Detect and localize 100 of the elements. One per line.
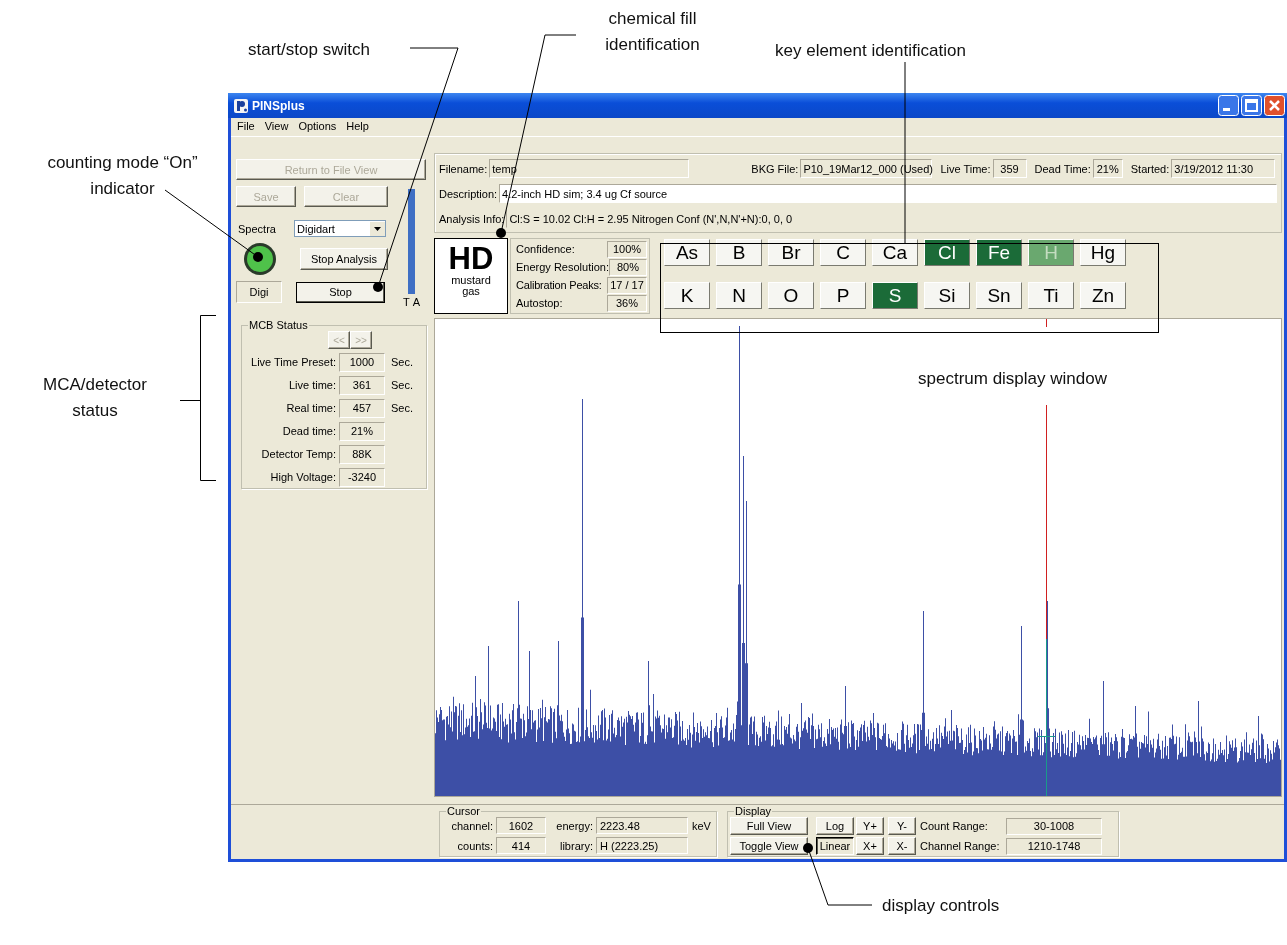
spectra-label: Spectra [237, 222, 277, 235]
unit-label: Sec. [391, 379, 413, 391]
stat-label: Energy Resolution: [515, 261, 609, 273]
cursor-value: 1602 [496, 817, 546, 834]
group-title: Cursor [446, 805, 481, 817]
field-label: Filename: [439, 162, 488, 175]
element-button[interactable]: Cl [924, 239, 970, 266]
stop-analysis-button[interactable]: Stop Analysis [300, 248, 388, 270]
app-icon [233, 97, 249, 114]
zoom-button[interactable]: Y- [888, 817, 916, 835]
element-button[interactable]: B [716, 239, 762, 266]
spectra-dropdown[interactable]: Digidart [294, 220, 386, 237]
stat-label: Confidence: [515, 243, 576, 255]
field-label: Started: [1130, 162, 1170, 175]
unit-label: Sec. [391, 402, 413, 414]
status-label: Live Time Preset: [250, 356, 337, 368]
element-button[interactable]: O [768, 282, 814, 309]
chemical-code: HD [448, 243, 494, 275]
element-button[interactable]: C [820, 239, 866, 266]
field-label: Analysis Info: [439, 212, 505, 225]
view-button[interactable]: Toggle View [730, 837, 808, 855]
view-button[interactable]: Full View [730, 817, 808, 835]
element-button[interactable]: As [664, 239, 710, 266]
field-label: Live Time: [940, 162, 991, 175]
meter-label: A [412, 296, 421, 308]
chemical-name: mustard gas [450, 275, 492, 297]
status-label: High Voltage: [269, 471, 337, 483]
range-value: 1210-1748 [1006, 837, 1102, 855]
element-button[interactable]: Zn [1080, 282, 1126, 309]
zoom-button[interactable]: X- [888, 837, 916, 855]
stat-value: 17 / 17 [607, 276, 647, 294]
menu-item[interactable]: File [237, 120, 255, 136]
window-title: PINSplus [252, 98, 305, 113]
annotation-label: counting mode “On” indicator [46, 152, 199, 200]
status-value: -3240 [339, 467, 385, 487]
range-value: 30-1008 [1006, 817, 1102, 835]
zoom-button[interactable]: X+ [856, 837, 884, 855]
close-icon[interactable] [1264, 95, 1285, 116]
dead-time-field: 21% [1092, 159, 1123, 178]
annotation-label: display controls [882, 895, 1001, 917]
element-button[interactable]: N [716, 282, 762, 309]
element-button[interactable]: Sn [976, 282, 1022, 309]
annotation-label: start/stop switch [248, 39, 371, 61]
stat-value: 36% [607, 294, 647, 312]
cursor-label: library: [559, 839, 594, 852]
minimize-icon[interactable] [1218, 95, 1239, 116]
started-field: 3/19/2012 11:30 [1171, 159, 1276, 178]
status-label: Detector Temp: [260, 448, 337, 460]
unit-label: Sec. [391, 356, 413, 368]
annotation-label: spectrum display window [918, 368, 1108, 390]
status-value: 21% [339, 421, 385, 441]
menu-item[interactable]: View [264, 120, 289, 136]
element-button[interactable]: Ca [872, 239, 918, 266]
meter-label: T [403, 296, 410, 308]
element-button[interactable]: Ti [1028, 282, 1074, 309]
status-value: 457 [339, 398, 385, 418]
field-label: BKG File: [751, 162, 799, 175]
status-value: 1000 [339, 352, 385, 372]
annotation-label: MCA/detector status [42, 374, 148, 422]
status-value: 88K [339, 444, 385, 464]
annotation-label: key element identification [775, 40, 967, 62]
bkg-file-field[interactable]: P10_19Mar12_000 (Used) [800, 159, 933, 178]
cursor-value: H (2223.25) [596, 837, 688, 854]
field-label: Description: [439, 187, 498, 200]
annotation-label: chemical fill identification [604, 8, 701, 56]
element-button[interactable]: Hg [1080, 239, 1126, 266]
menu-item[interactable]: Options [298, 120, 337, 136]
status-label: Live time: [287, 379, 337, 391]
stat-label: Autostop: [515, 297, 564, 309]
cursor-value: 2223.48 [596, 817, 688, 834]
element-button[interactable]: Si [924, 282, 970, 309]
mode-indicator: Digi [236, 281, 282, 303]
cursor-label: counts: [456, 839, 494, 852]
description-field[interactable]: 4.2-inch HD sim; 3.4 ug Cf source [499, 184, 1277, 203]
status-value: 361 [339, 375, 385, 395]
group-title: MCB Status [248, 319, 309, 331]
stat-value: 80% [608, 258, 647, 276]
unit-label: keV [691, 819, 712, 832]
stat-value: 100% [607, 240, 647, 258]
scale-button[interactable]: Linear [816, 837, 854, 855]
status-label: Dead time: [281, 425, 337, 437]
element-button[interactable]: K [664, 282, 710, 309]
maximize-icon[interactable] [1241, 95, 1262, 116]
stat-label: Calibration Peaks: [515, 279, 603, 291]
cursor-label: channel: [450, 819, 494, 832]
range-label: Count Range: [919, 820, 989, 832]
cursor-label: energy: [555, 819, 594, 832]
element-button[interactable]: P [820, 282, 866, 309]
group-title: Display [734, 805, 773, 817]
menu-item[interactable]: Help [346, 120, 369, 136]
range-label: Channel Range: [919, 840, 1001, 852]
zoom-button[interactable]: Y+ [856, 817, 884, 835]
stop-button[interactable]: Stop [296, 281, 385, 303]
element-button[interactable]: Fe [976, 239, 1022, 266]
element-button[interactable]: Br [768, 239, 814, 266]
scale-button[interactable]: Log [816, 817, 854, 835]
status-label: Real time: [285, 402, 337, 414]
cursor-value: 414 [496, 837, 546, 854]
element-button[interactable]: S [872, 282, 918, 309]
live-time-field: 359 [992, 159, 1027, 178]
